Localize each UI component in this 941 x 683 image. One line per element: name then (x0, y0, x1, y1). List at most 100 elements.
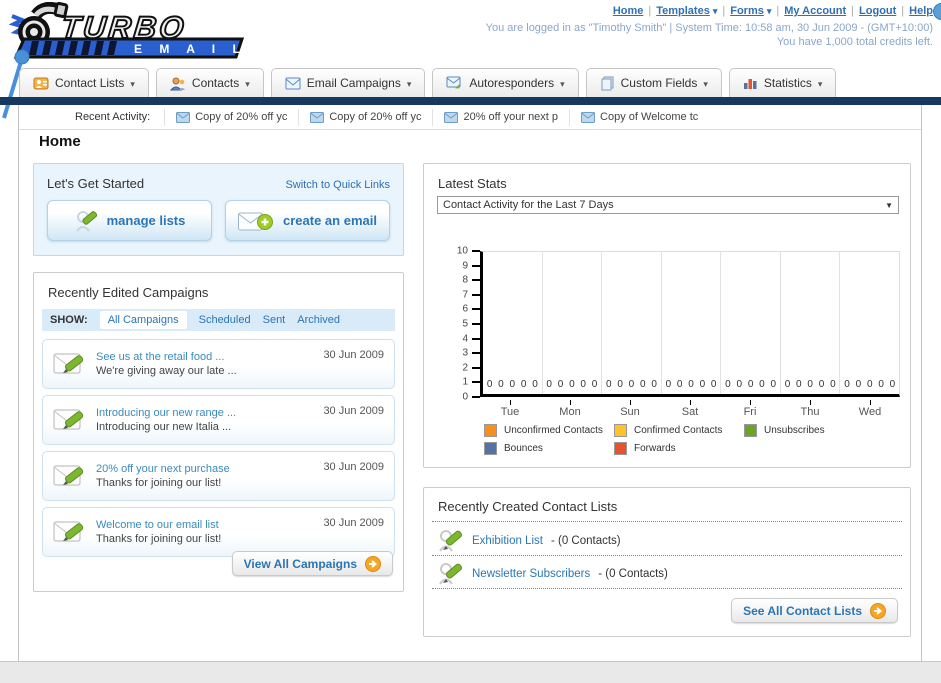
recent-activity-item[interactable]: 20% off your next p (432, 108, 569, 126)
recent-activity-bar: Recent Activity: Copy of 20% off yc Copy… (19, 105, 921, 130)
top-nav-templates[interactable]: Templates (656, 5, 717, 17)
tab-label: Contacts (191, 76, 240, 90)
tab-label: Statistics (763, 76, 812, 90)
arrow-right-icon (365, 555, 381, 572)
y-axis-tick (472, 250, 480, 252)
stats-select[interactable]: Contact Activity for the Last 7 Days ▼ (437, 196, 899, 214)
y-axis-label: 6 (462, 303, 468, 315)
top-nav-forms[interactable]: Forms (730, 5, 771, 17)
credits-info: You have 1,000 total credits left. (776, 36, 933, 48)
see-all-contact-lists-button[interactable]: See All Contact Lists (731, 598, 898, 623)
campaign-date: 30 Jun 2009 (323, 461, 384, 473)
y-axis-label: 2 (462, 362, 468, 374)
tab-label: Contact Lists (55, 76, 125, 90)
top-nav-logout[interactable]: Logout (859, 5, 896, 17)
tab-email-campaigns[interactable]: Email Campaigns (270, 68, 426, 97)
tab-contacts[interactable]: Contacts (155, 68, 264, 97)
y-axis-label: 4 (462, 333, 468, 345)
campaign-title-link[interactable]: See us at the retail food ... (96, 351, 237, 363)
view-all-campaigns-label: View All Campaigns (243, 556, 357, 571)
autoresponders-icon (446, 76, 461, 89)
campaign-list: See us at the retail food ... We're givi… (42, 339, 395, 557)
y-axis-tick (472, 396, 480, 398)
campaign-date: 30 Jun 2009 (323, 405, 384, 417)
tab-statistics[interactable]: Statistics (728, 68, 837, 97)
help-bubble-icon[interactable] (933, 3, 941, 20)
manage-lists-button[interactable]: manage lists (47, 200, 212, 241)
envelope-edit-icon (53, 521, 84, 542)
filter-scheduled[interactable]: Scheduled (199, 314, 251, 326)
y-axis-label: 9 (462, 260, 468, 272)
chart-day-column: 0 0 0 0 0 (840, 252, 899, 394)
contact-list-detail: - (0 Contacts) (598, 568, 668, 580)
get-started-title: Let's Get Started (47, 176, 145, 191)
logo-turbo-text: TURBO (59, 10, 188, 45)
legend-item: Forwards (614, 442, 744, 455)
contact-list-link[interactable]: Exhibition List (472, 535, 543, 547)
dotted-divider (432, 588, 902, 589)
campaigns-title: Recently Edited Campaigns (48, 285, 209, 300)
switch-to-quick-links[interactable]: Switch to Quick Links (285, 179, 390, 191)
top-nav-help[interactable]: Help (909, 5, 933, 17)
campaign-title-link[interactable]: Introducing our new range ... (96, 407, 236, 419)
top-nav-home[interactable]: Home (613, 5, 644, 17)
tab-autoresponders[interactable]: Autoresponders (432, 68, 579, 97)
page-title: Home (39, 133, 81, 150)
recent-activity-label: Recent Activity: (75, 111, 151, 123)
x-axis-cell: Sun (600, 400, 660, 418)
campaign-title-link[interactable]: 20% off your next purchase (96, 463, 230, 475)
x-axis-label: Sun (620, 406, 640, 418)
tab-label: Custom Fields (620, 76, 698, 90)
recent-activity-text: Copy of 20% off yc (195, 111, 288, 123)
campaign-row: 20% off your next purchase Thanks for jo… (42, 451, 395, 501)
x-axis-label: Fri (743, 406, 757, 418)
get-started-panel: Let's Get Started Switch to Quick Links … (33, 163, 404, 256)
legend-swatch (744, 424, 757, 437)
campaign-title-link[interactable]: Welcome to our email list (96, 519, 221, 531)
dotted-divider (432, 555, 902, 556)
filter-all-campaigns[interactable]: All Campaigns (99, 311, 187, 329)
x-axis-label: Thu (800, 406, 820, 418)
chart-plot: 0 0 0 0 0 0 0 0 0 0 0 0 0 0 0 0 0 0 0 0 0 0 … (480, 251, 900, 397)
view-all-campaigns-button[interactable]: View All Campaigns (231, 551, 393, 576)
chart-day-column: 0 0 0 0 0 (662, 252, 722, 394)
top-nav-my-account[interactable]: My Account (784, 5, 846, 17)
create-email-button[interactable]: create an email (225, 200, 390, 241)
filter-sent[interactable]: Sent (263, 314, 286, 326)
email-campaigns-icon (285, 77, 301, 89)
envelope-icon (581, 111, 596, 123)
y-axis-tick (472, 366, 480, 369)
envelope-edit-icon (53, 353, 84, 374)
contact-list-row: Exhibition List - (0 Contacts) (438, 529, 621, 553)
recent-activity-item[interactable]: Copy of 20% off yc (164, 108, 298, 126)
y-axis-label: 3 (462, 347, 468, 359)
campaign-row: Introducing our new range ... Introducin… (42, 395, 395, 445)
legend-label: Forwards (634, 443, 676, 454)
x-axis-cell: Wed (840, 400, 900, 418)
contact-list-link[interactable]: Newsletter Subscribers (472, 568, 590, 580)
legend-item: Unsubscribes (744, 424, 874, 437)
data-value-labels: 0 0 0 0 0 (784, 379, 836, 390)
y-axis-label: 8 (462, 274, 468, 286)
recent-activity-item[interactable]: Copy of 20% off yc (298, 108, 432, 126)
tab-contact-lists[interactable]: Contact Lists (19, 68, 149, 97)
x-axis-label: Tue (500, 406, 520, 418)
custom-fields-icon (601, 76, 614, 90)
chart-day-column: 0 0 0 0 0 (543, 252, 603, 394)
recent-activity-item[interactable]: Copy of Welcome tc (569, 108, 709, 126)
campaigns-filter-bar: SHOW: All Campaigns Scheduled Sent Archi… (42, 309, 395, 331)
x-axis-cell: Tue (480, 400, 540, 418)
contact-list-row: Newsletter Subscribers - (0 Contacts) (438, 562, 668, 586)
campaign-subtitle: Introducing our new Italia ... (96, 421, 232, 433)
screen: E M A I L TURBO Home|Templates|Forms|My … (0, 0, 941, 683)
tab-custom-fields[interactable]: Custom Fields (585, 68, 722, 97)
envelope-icon (176, 111, 191, 123)
y-axis-tick (472, 279, 480, 282)
filter-archived[interactable]: Archived (297, 314, 340, 326)
y-axis-tick (472, 308, 480, 311)
y-axis-label: 5 (462, 318, 468, 330)
y-axis-tick (472, 264, 480, 267)
legend-swatch (484, 442, 497, 455)
contact-lists-icon (33, 77, 49, 89)
legend-label: Bounces (504, 443, 543, 454)
